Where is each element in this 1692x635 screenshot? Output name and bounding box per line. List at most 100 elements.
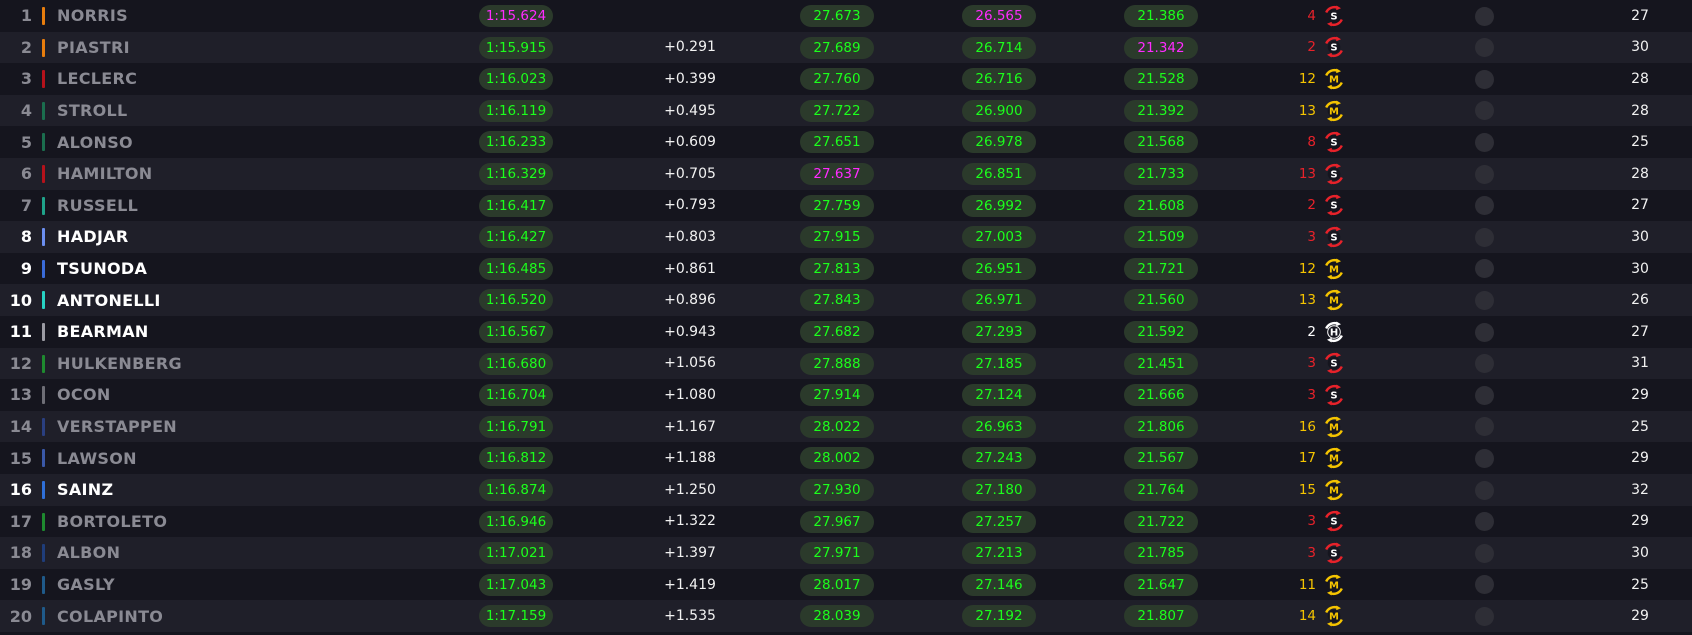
table-row[interactable]: 1 NORRIS 1:15.624 27.673 26.565 21.386 4 S 27 <box>0 0 1692 32</box>
team-color-bar <box>42 481 45 499</box>
lap-count: 26 <box>1631 292 1649 309</box>
tyre-compound-letter: M <box>1329 485 1339 496</box>
position: 18 <box>9 543 32 563</box>
table-row[interactable]: 7 RUSSELL 1:16.417 +0.793 27.759 26.992 21.608… <box>0 189 1692 222</box>
status-dot-icon <box>1475 196 1494 216</box>
driver-name[interactable]: NORRIS <box>57 0 128 32</box>
driver-name[interactable]: VERSTAPPEN <box>57 411 177 443</box>
driver-name[interactable]: RUSSELL <box>57 190 138 222</box>
status-dot-icon <box>1475 132 1494 152</box>
driver-name[interactable]: GASLY <box>57 569 115 601</box>
lap-count: 28 <box>1631 70 1649 87</box>
sector-1-time: 27.689 <box>800 36 874 59</box>
sector-3-time: 21.807 <box>1124 605 1198 628</box>
position: 17 <box>9 511 32 531</box>
gap-to-leader: +1.056 <box>664 355 716 372</box>
table-row[interactable]: 18 ALBON 1:17.021 +1.397 27.971 27.213 21.785 3… <box>0 537 1692 569</box>
tyre-compound-letter: M <box>1329 75 1339 86</box>
status-dot-icon <box>1475 417 1494 437</box>
table-row[interactable]: 13 OCON 1:16.704 +1.080 27.914 27.124 21.666 3 S… <box>0 379 1692 411</box>
table-row[interactable]: 5 ALONSO 1:16.233 +0.609 27.651 26.978 21.568 8… <box>0 126 1692 158</box>
sector-2-time: 26.716 <box>962 68 1036 91</box>
position: 13 <box>9 385 32 405</box>
table-row[interactable]: 17 BORTOLETO 1:16.946 +1.322 27.967 27.257 21.… <box>0 505 1692 538</box>
position: 7 <box>20 195 32 215</box>
team-color-bar <box>42 323 45 341</box>
best-lap-time: 1:17.021 <box>479 542 553 565</box>
sector-3-time: 21.568 <box>1124 131 1198 154</box>
tyre-compound-letter: M <box>1329 612 1339 623</box>
position: 12 <box>9 353 32 373</box>
position: 15 <box>9 448 32 468</box>
sector-3-time: 21.733 <box>1124 163 1198 185</box>
tyre-age: 3 <box>1307 544 1316 561</box>
driver-name[interactable]: STROLL <box>57 95 128 127</box>
position: 2 <box>20 37 32 57</box>
sector-1-time: 27.637 <box>800 163 874 185</box>
status-dot-icon <box>1475 322 1494 342</box>
driver-name[interactable]: ALBON <box>57 537 120 569</box>
table-row[interactable]: 4 STROLL 1:16.119 +0.495 27.722 26.900 21.392 1… <box>0 94 1692 127</box>
tyre-age: 13 <box>1298 165 1316 182</box>
lap-count: 28 <box>1631 102 1649 119</box>
driver-name[interactable]: BEARMAN <box>57 316 149 348</box>
lap-count: 30 <box>1631 260 1649 277</box>
sector-3-time: 21.392 <box>1124 99 1198 122</box>
driver-name[interactable]: LAWSON <box>57 442 137 474</box>
driver-name[interactable]: OCON <box>57 379 111 411</box>
table-row[interactable]: 15 LAWSON 1:16.812 +1.188 28.002 27.243 21.567… <box>0 442 1692 474</box>
tyre-compound-letter: S <box>1330 391 1337 402</box>
table-row[interactable]: 20 COLAPINTO 1:17.159 +1.535 28.039 27.192 21.… <box>0 600 1692 632</box>
team-color-bar <box>42 607 45 626</box>
tyre-compound-icon: S <box>1322 126 1348 158</box>
table-row[interactable]: 6 HAMILTON 1:16.329 +0.705 27.637 26.851 21.73… <box>0 158 1692 190</box>
team-color-bar <box>42 101 45 120</box>
tyre-compound-letter: S <box>1330 517 1337 528</box>
sector-1-time: 27.651 <box>800 131 874 154</box>
tyre-age: 15 <box>1298 481 1316 498</box>
sector-2-time: 26.851 <box>962 163 1036 185</box>
table-row[interactable]: 10 ANTONELLI 1:16.520 +0.896 27.843 26.971 21.… <box>0 284 1692 316</box>
best-lap-time: 1:15.624 <box>479 5 553 27</box>
tyre-compound-icon: S <box>1322 158 1348 190</box>
tyre-compound-letter: S <box>1330 359 1337 370</box>
best-lap-time: 1:16.874 <box>479 479 553 501</box>
table-row[interactable]: 11 BEARMAN 1:16.567 +0.943 27.682 27.293 21.59… <box>0 316 1692 348</box>
table-row[interactable]: 14 VERSTAPPEN 1:16.791 +1.167 28.022 26.963 21… <box>0 410 1692 443</box>
table-row[interactable]: 16 SAINZ 1:16.874 +1.250 27.930 27.180 21.764 1… <box>0 474 1692 506</box>
tyre-age: 11 <box>1298 576 1316 593</box>
gap-to-leader: +0.803 <box>664 228 716 245</box>
table-row[interactable]: 3 LECLERC 1:16.023 +0.399 27.760 26.716 21.528… <box>0 63 1692 95</box>
driver-name[interactable]: COLAPINTO <box>57 600 163 632</box>
team-color-bar <box>42 354 45 373</box>
gap-to-leader: +0.705 <box>664 165 716 182</box>
lap-count: 30 <box>1631 228 1649 245</box>
driver-name[interactable]: TSUNODA <box>57 253 147 285</box>
table-row[interactable]: 12 HULKENBERG 1:16.680 +1.056 27.888 27.185 21… <box>0 347 1692 380</box>
best-lap-time: 1:16.119 <box>479 99 553 122</box>
sector-2-time: 26.978 <box>962 131 1036 154</box>
table-row[interactable]: 19 GASLY 1:17.043 +1.419 28.017 27.146 21.647 1… <box>0 568 1692 601</box>
tyre-age: 13 <box>1298 292 1316 309</box>
driver-name[interactable]: SAINZ <box>57 474 113 506</box>
driver-name[interactable]: HAMILTON <box>57 158 153 190</box>
lap-count: 30 <box>1631 544 1649 561</box>
driver-name[interactable]: BORTOLETO <box>57 506 167 538</box>
tyre-compound-icon: H <box>1322 316 1348 348</box>
sector-3-time: 21.806 <box>1124 415 1198 438</box>
best-lap-time: 1:16.520 <box>479 289 553 312</box>
table-row[interactable]: 2 PIASTRI 1:15.915 +0.291 27.689 26.714 21.342… <box>0 31 1692 64</box>
table-row[interactable]: 9 TSUNODA 1:16.485 +0.861 27.813 26.951 21.721… <box>0 252 1692 285</box>
status-dot-icon <box>1475 227 1494 247</box>
driver-name[interactable]: ANTONELLI <box>57 284 161 316</box>
driver-name[interactable]: LECLERC <box>57 63 137 95</box>
driver-name[interactable]: ALONSO <box>57 126 133 158</box>
team-color-bar <box>42 512 45 531</box>
driver-name[interactable]: HADJAR <box>57 221 129 253</box>
sector-1-time: 28.002 <box>800 447 874 470</box>
driver-name[interactable]: PIASTRI <box>57 32 130 64</box>
lap-count: 31 <box>1631 355 1649 372</box>
gap-to-leader: +0.943 <box>664 323 716 340</box>
driver-name[interactable]: HULKENBERG <box>57 348 182 380</box>
table-row[interactable]: 8 HADJAR 1:16.427 +0.803 27.915 27.003 21.509 3… <box>0 221 1692 253</box>
